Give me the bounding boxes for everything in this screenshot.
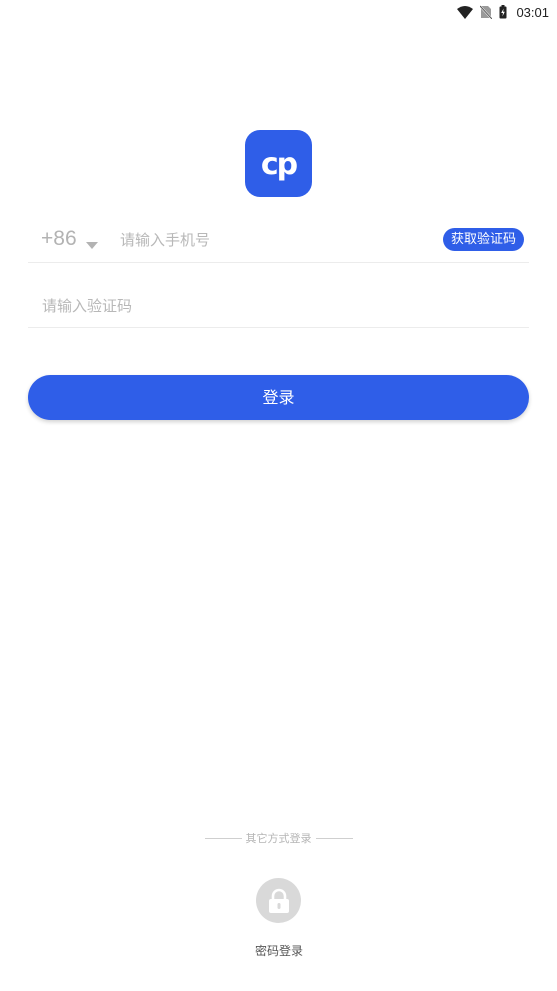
other-methods-divider: 其它方式登录 [0,830,557,846]
divider-line-left [204,837,242,839]
status-icons: 03:01 [457,4,549,20]
status-time: 03:01 [516,4,549,20]
divider-line-right [315,837,353,839]
country-code-selector[interactable]: +86 [41,227,77,251]
login-button[interactable]: 登录 [28,375,529,420]
chevron-down-icon[interactable] [86,235,98,254]
status-bar: 03:01 [0,0,557,26]
no-sim-icon [480,5,493,19]
other-methods-label: 其它方式登录 [245,832,312,845]
wifi-icon [457,5,474,19]
password-login-label: 密码登录 [254,944,303,958]
password-login-button[interactable]: 密码登录 [230,878,328,964]
battery-icon [499,5,507,19]
get-code-button[interactable]: 获取验证码 [442,228,524,251]
code-row [28,284,529,328]
code-input[interactable] [42,294,502,318]
app-logo: cp [245,130,312,197]
lock-icon[interactable] [256,878,301,923]
logo-text: cp [260,146,298,182]
phone-row: +86 获取验证码 [28,218,529,263]
phone-input[interactable] [120,228,420,252]
